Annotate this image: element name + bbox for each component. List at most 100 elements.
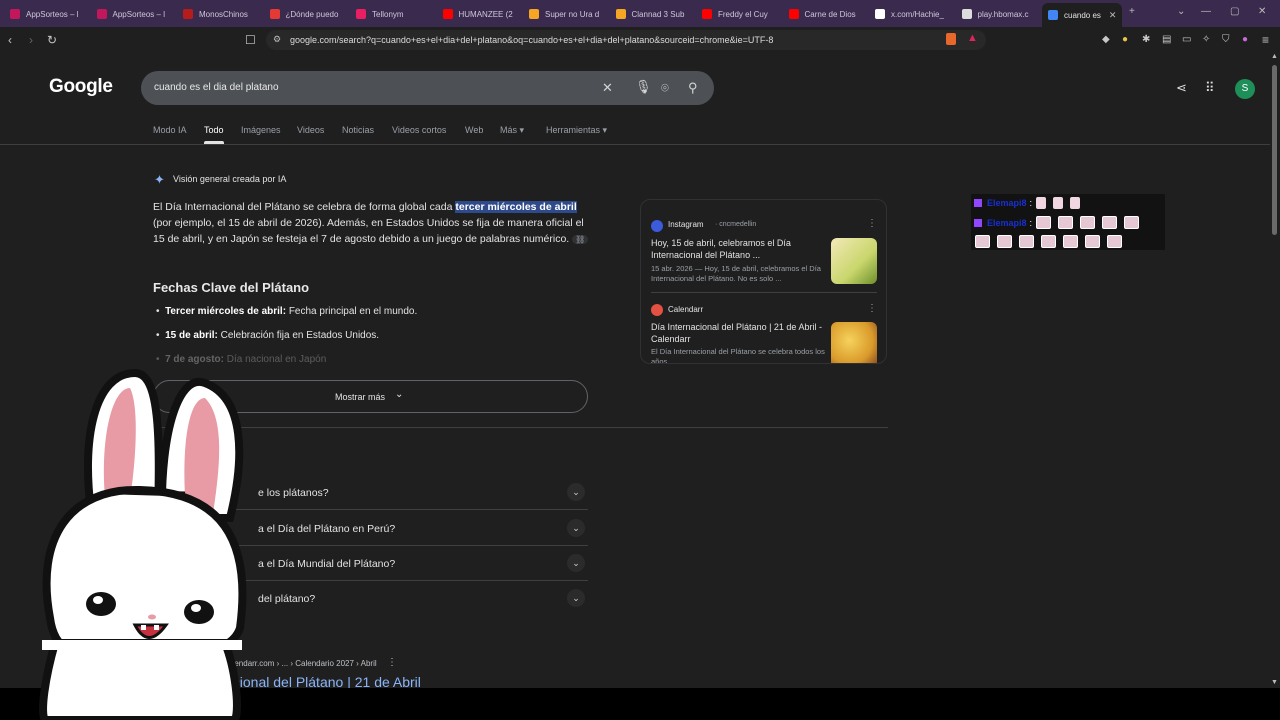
tab-videos-cortos[interactable]: Videos cortos	[392, 125, 446, 135]
apps-grid-icon[interactable]: ⠿	[1205, 80, 1215, 96]
leo-ai-icon[interactable]: ✧	[1202, 33, 1210, 47]
instagram-icon	[651, 220, 663, 232]
maximize-icon[interactable]: ▢	[1230, 6, 1239, 17]
tab-favicon-icon	[442, 9, 453, 19]
emote-icon	[1102, 216, 1118, 229]
tab-0[interactable]: AppSorteos – l	[4, 4, 85, 24]
source-title[interactable]: Hoy, 15 de abril, celebramos el Día Inte…	[651, 237, 826, 261]
minimize-icon[interactable]: —	[1201, 6, 1211, 17]
nav-divider	[0, 144, 1270, 145]
tab-label: play.hbomax.c	[977, 9, 1029, 19]
voice-search-icon[interactable]: 🎙︎	[635, 79, 652, 95]
tab-web[interactable]: Web	[465, 125, 483, 135]
lens-icon[interactable]: ⌾	[661, 80, 669, 96]
close-window-icon[interactable]: ✕	[1258, 6, 1266, 17]
tab-2[interactable]: MonosChinos	[177, 4, 258, 24]
search-box[interactable]: cuando es el dia del platano ✕ 🎙︎ ⌾ ⚲	[141, 71, 714, 105]
sidebar-icon[interactable]: ▤	[1162, 33, 1171, 47]
scroll-up-icon[interactable]: ▲	[1271, 53, 1278, 60]
google-logo[interactable]: Google	[49, 76, 113, 98]
emote-icon	[1085, 235, 1100, 248]
chevron-down-icon: ▾	[519, 125, 525, 135]
clear-icon[interactable]: ✕	[602, 80, 613, 96]
page-scrollbar[interactable]: ▲ ▼	[1270, 53, 1280, 688]
menu-icon[interactable]: ≡	[1262, 33, 1269, 47]
ai-overview-label: Visión general creada por IA	[173, 174, 287, 184]
site-info-icon[interactable]: ⚙	[273, 34, 281, 45]
ai-text-post: (por ejemplo, el 15 de abril de 2026). A…	[153, 217, 584, 245]
source-thumbnail[interactable]	[831, 322, 877, 363]
extension-face-icon[interactable]: ●	[1122, 33, 1128, 47]
question-text: a el Día del Plátano en Perú?	[258, 523, 396, 535]
tab-7[interactable]: Clannad 3 Sub	[610, 4, 691, 24]
forward-icon[interactable]: ›	[29, 33, 33, 47]
tab-modo-ia[interactable]: Modo IA	[153, 125, 187, 135]
tab-imagenes[interactable]: Imágenes	[241, 125, 281, 135]
back-icon[interactable]: ‹	[8, 33, 12, 47]
chat-line	[975, 235, 1129, 248]
search-icon[interactable]: ⚲	[688, 80, 698, 96]
brave-shield-icon[interactable]	[946, 33, 956, 45]
search-query[interactable]: cuando es el dia del platano	[154, 82, 279, 93]
tab-label: Clannad 3 Sub	[631, 9, 685, 19]
extension-diamond-icon[interactable]: ◆	[1102, 33, 1110, 47]
more-options-icon[interactable]: ⋮	[867, 218, 877, 229]
tab-mas[interactable]: Más ▾	[500, 125, 524, 136]
calendarr-icon	[651, 304, 663, 316]
tab-favicon-icon	[183, 9, 193, 19]
more-options-icon[interactable]: ⋮	[387, 657, 397, 668]
tab-9[interactable]: Carne de Dios	[783, 4, 864, 24]
tab-5[interactable]: HUMANZEE (2	[437, 4, 518, 24]
vpn-shield-icon[interactable]: ⛉	[1222, 33, 1230, 47]
emote-icon	[1036, 197, 1047, 209]
emote-icon	[975, 235, 990, 248]
tab-favicon-icon	[702, 9, 712, 19]
chevron-down-icon[interactable]: ⌄	[567, 554, 585, 572]
close-tab-icon[interactable]: ✕	[1109, 10, 1117, 21]
tab-herramientas[interactable]: Herramientas ▾	[546, 125, 607, 136]
chat-colon: :	[1029, 217, 1033, 228]
tab-3[interactable]: ¿Dónde puedo	[264, 4, 345, 24]
tab-search-icon[interactable]: ⌄	[1177, 6, 1185, 17]
chevron-down-icon[interactable]: ⌄	[567, 519, 585, 537]
bullet-text: Fecha principal en el mundo.	[286, 306, 418, 317]
tab-todo[interactable]: Todo	[204, 125, 224, 135]
profile-extension-icon[interactable]: ●	[1242, 33, 1248, 47]
source-title[interactable]: Día Internacional del Plátano | 21 de Ab…	[651, 321, 826, 345]
source-thumbnail[interactable]	[831, 238, 877, 284]
bookmark-icon[interactable]: ☐	[245, 33, 256, 47]
tab-favicon-icon	[1048, 10, 1058, 20]
scrollbar-thumb[interactable]	[1272, 65, 1277, 235]
ai-sparkle-icon: ✦	[154, 172, 165, 187]
tab-6[interactable]: Super no Ura d	[523, 4, 604, 24]
reload-icon[interactable]: ↻	[47, 33, 57, 47]
emote-icon	[1063, 235, 1078, 248]
tab-label: Freddy el Cuy	[718, 9, 768, 19]
chevron-down-icon[interactable]: ⌄	[567, 483, 585, 501]
new-tab-button[interactable]: +	[1129, 6, 1135, 17]
bullet-text: Celebración fija en Estados Unidos.	[217, 330, 380, 341]
tab-noticias[interactable]: Noticias	[342, 125, 374, 135]
tab-12[interactable]: cuando es ✕	[1042, 3, 1122, 27]
source-handle-text: cncmedellin	[719, 221, 757, 228]
tab-10[interactable]: x.com/Hachie_	[869, 4, 950, 24]
more-options-icon[interactable]: ⋮	[867, 303, 877, 314]
share-icon[interactable]: ⋖	[1176, 80, 1187, 96]
brave-rewards-icon[interactable]: ▲	[967, 32, 978, 44]
tab-8[interactable]: Freddy el Cuy	[696, 4, 777, 24]
ai-sources-panel: Instagram · cncmedellin ⋮ Hoy, 15 de abr…	[640, 199, 887, 364]
chevron-down-icon[interactable]: ⌄	[567, 589, 585, 607]
tab-videos[interactable]: Videos	[297, 125, 324, 135]
link-icon[interactable]: ⛓	[572, 235, 589, 244]
extensions-puzzle-icon[interactable]: ✱	[1142, 33, 1150, 47]
wallet-icon[interactable]: ▭	[1182, 33, 1191, 47]
browser-tab-strip: AppSorteos – l AppSorteos – l MonosChinos ¿…	[0, 0, 1280, 27]
emote-icon	[997, 235, 1012, 248]
address-bar[interactable]: ⚙ google.com/search?q=cuando+es+el+dia+d…	[266, 30, 986, 50]
scroll-down-icon[interactable]: ▼	[1271, 679, 1278, 686]
tab-4[interactable]: Tellonym	[350, 4, 431, 24]
tab-11[interactable]: play.hbomax.c	[956, 4, 1037, 24]
chat-badge-icon	[974, 218, 982, 227]
avatar[interactable]: S	[1235, 79, 1255, 99]
tab-1[interactable]: AppSorteos – l	[91, 4, 172, 24]
